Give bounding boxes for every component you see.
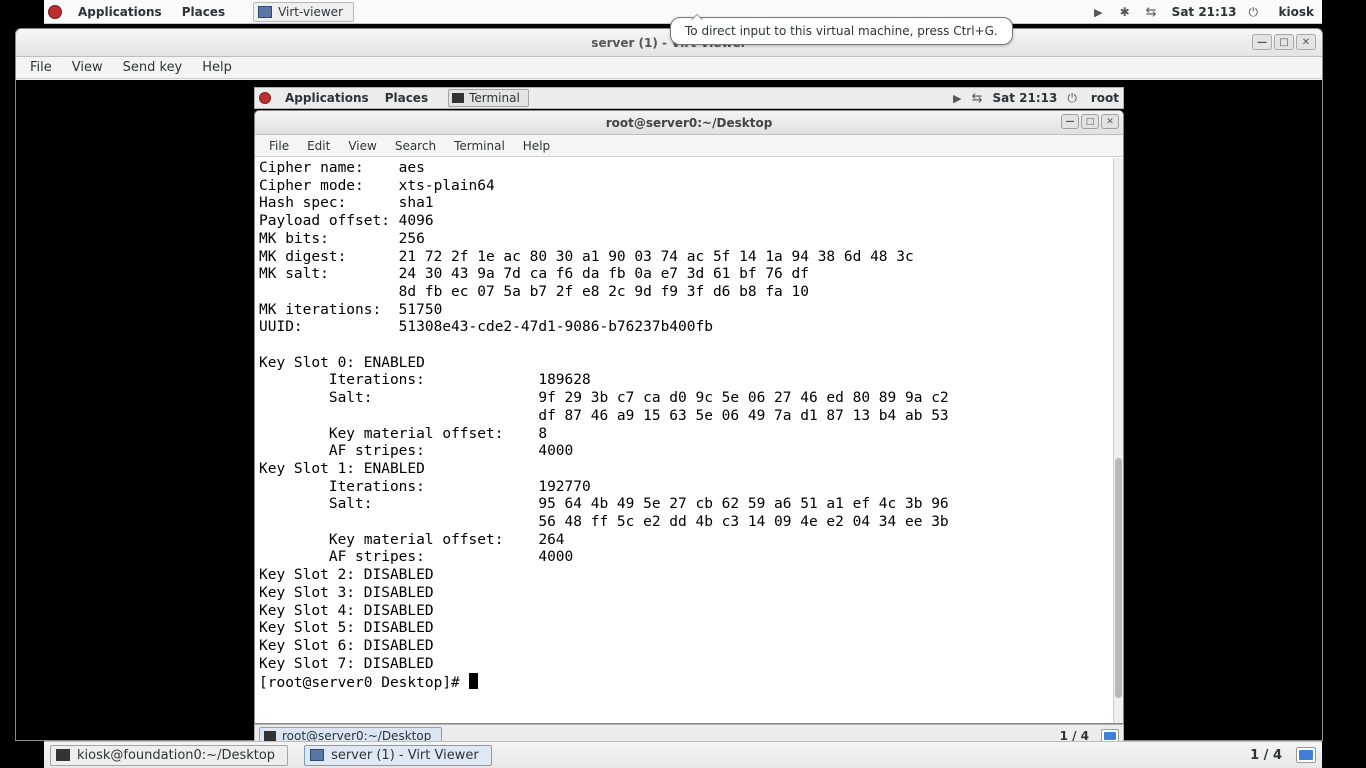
network-icon[interactable] <box>1146 5 1160 19</box>
user-label[interactable]: kiosk <box>1279 5 1314 19</box>
guest-network-icon[interactable] <box>972 91 983 106</box>
terminal-menubar: File Edit View Search Terminal Help <box>255 135 1123 157</box>
terminal-minimize-button[interactable]: — <box>1061 114 1079 129</box>
maximize-button[interactable]: □ <box>1274 34 1294 50</box>
guest-volume-icon[interactable] <box>953 91 961 105</box>
host-workspace-indicator: 1 / 4 <box>1242 748 1290 763</box>
host-task-virt-viewer[interactable]: server (1) - Virt Viewer <box>304 745 492 766</box>
terminal-icon <box>452 93 464 103</box>
terminal-titlebar[interactable]: root@server0:~/Desktop — □ ✕ <box>255 111 1123 135</box>
applications-menu[interactable]: Applications <box>68 5 172 19</box>
guest-shutdown-icon[interactable] <box>1067 91 1077 106</box>
task-label: server (1) - Virt Viewer <box>331 748 479 763</box>
terminal-maximize-button[interactable]: □ <box>1081 114 1099 129</box>
clock[interactable]: Sat 21:13 <box>1172 5 1237 19</box>
menu-view[interactable]: View <box>64 58 111 77</box>
terminal-menu-terminal[interactable]: Terminal <box>446 137 513 155</box>
terminal-body[interactable]: Cipher name: aes Cipher mode: xts-plain6… <box>255 158 1113 723</box>
host-bottom-panel: kiosk@foundation0:~/Desktop server (1) -… <box>44 741 1322 768</box>
terminal-window: root@server0:~/Desktop — □ ✕ File Edit V… <box>254 110 1124 724</box>
terminal-close-button[interactable]: ✕ <box>1101 114 1119 129</box>
taskbar-item-virt-viewer[interactable]: Virt-viewer <box>253 2 354 22</box>
menu-file[interactable]: File <box>22 58 60 77</box>
guest-display[interactable]: Applications Places Terminal Sat 21:13 r… <box>16 80 1322 740</box>
terminal-icon <box>264 731 276 741</box>
terminal-output: Cipher name: aes Cipher mode: xts-plain6… <box>259 160 1109 693</box>
terminal-scrollbar[interactable] <box>1113 158 1123 723</box>
input-grab-tooltip: To direct input to this virtual machine,… <box>670 17 1013 45</box>
virt-viewer-window: server (1) - Virt Viewer — □ ✕ File View… <box>15 28 1323 741</box>
virt-viewer-menubar: File View Send key Help <box>16 57 1322 79</box>
task-label: Terminal <box>469 91 520 105</box>
terminal-menu-view[interactable]: View <box>340 137 384 155</box>
guest-applications-menu[interactable]: Applications <box>277 91 377 105</box>
guest-places-menu[interactable]: Places <box>377 91 436 105</box>
host-task-kiosk-terminal[interactable]: kiosk@foundation0:~/Desktop <box>50 745 288 766</box>
virt-viewer-icon <box>258 6 272 18</box>
close-button[interactable]: ✕ <box>1296 34 1316 50</box>
menu-help[interactable]: Help <box>194 58 240 77</box>
guest-taskbar-item-terminal[interactable]: Terminal <box>448 89 529 107</box>
terminal-icon <box>56 749 70 761</box>
terminal-menu-edit[interactable]: Edit <box>299 137 338 155</box>
volume-icon[interactable] <box>1094 5 1108 19</box>
fedora-logo-icon <box>259 92 271 104</box>
virt-viewer-titlebar[interactable]: server (1) - Virt Viewer — □ ✕ <box>16 29 1322 57</box>
guest-clock[interactable]: Sat 21:13 <box>992 91 1057 105</box>
shutdown-icon[interactable] <box>1249 5 1263 19</box>
task-label: Virt-viewer <box>278 5 343 19</box>
terminal-menu-file[interactable]: File <box>261 137 297 155</box>
terminal-title: root@server0:~/Desktop <box>606 116 773 130</box>
terminal-menu-help[interactable]: Help <box>515 137 558 155</box>
fedora-logo-icon <box>48 5 62 19</box>
system-tray: Sat 21:13 kiosk <box>1094 5 1318 19</box>
scrollbar-thumb[interactable] <box>1115 458 1122 698</box>
guest-user-label[interactable]: root <box>1091 91 1119 105</box>
menu-sendkey[interactable]: Send key <box>115 58 191 77</box>
minimize-button[interactable]: — <box>1252 34 1272 50</box>
host-workspace-switcher[interactable] <box>1296 747 1316 763</box>
guest-top-panel: Applications Places Terminal Sat 21:13 r… <box>254 87 1124 109</box>
task-label: kiosk@foundation0:~/Desktop <box>77 748 275 763</box>
places-menu[interactable]: Places <box>172 5 235 19</box>
bluetooth-icon[interactable] <box>1120 5 1134 19</box>
terminal-menu-search[interactable]: Search <box>387 137 444 155</box>
virt-viewer-icon <box>310 749 324 761</box>
